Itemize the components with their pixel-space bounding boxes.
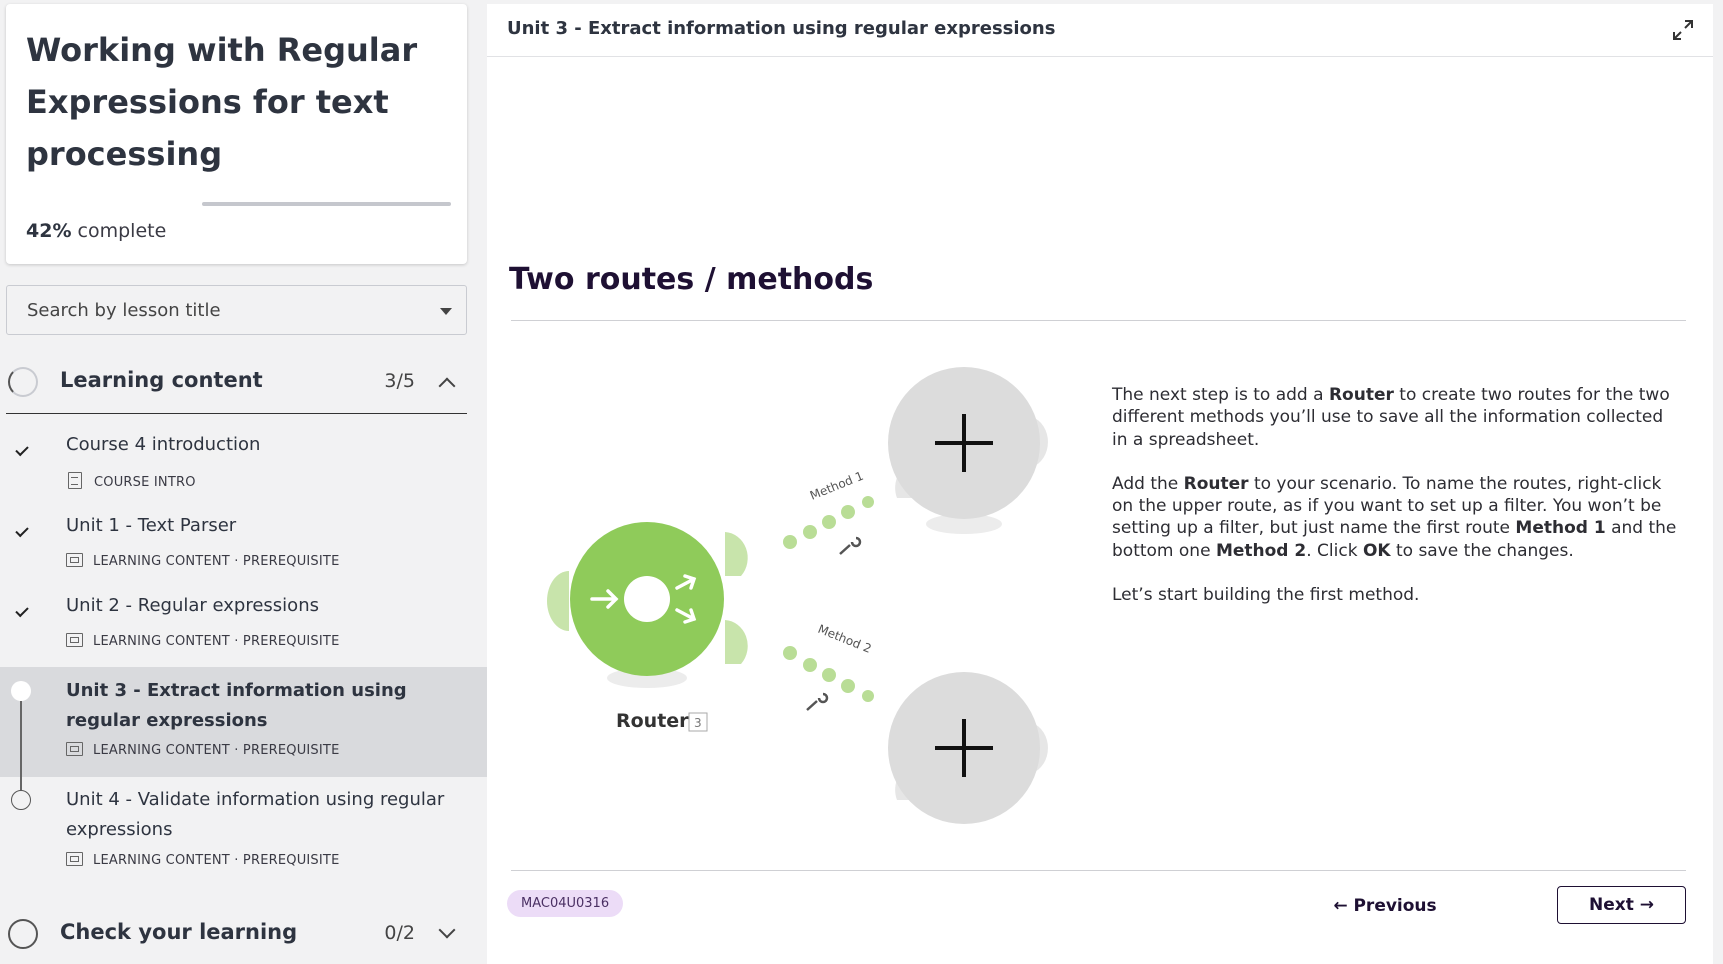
- lesson-item-unit-1[interactable]: Unit 1 - Text Parser LEARNING CONTENT · …: [0, 515, 487, 589]
- progress-fill: [32, 202, 202, 206]
- paragraph-2: Add the Router to your scenario. To name…: [1112, 473, 1677, 561]
- lesson-title: Unit 4 - Validate information using regu…: [66, 789, 445, 840]
- wrench-icon: [839, 536, 862, 555]
- route-2-dots: [783, 646, 874, 702]
- timeline-connector: [20, 701, 22, 777]
- lesson-item-unit-2[interactable]: Unit 2 - Regular expressions LEARNING CO…: [0, 595, 487, 669]
- lesson-body: The next step is to add a Router to crea…: [1112, 384, 1677, 628]
- lesson-heading: Two routes / methods: [509, 262, 874, 297]
- unit-title: Unit 3 - Extract information using regul…: [507, 18, 1056, 39]
- lesson-viewer: Unit 3 - Extract information using regul…: [487, 4, 1713, 964]
- section-label: Check your learning: [60, 920, 298, 944]
- footer-divider: [511, 870, 1686, 871]
- search-placeholder: Search by lesson title: [27, 300, 221, 321]
- expand-icon[interactable]: [1671, 18, 1695, 42]
- content-icon: [66, 633, 83, 647]
- section-label: Learning content: [60, 368, 263, 392]
- check-icon: [15, 603, 29, 618]
- course-title: Working with Regular Expressions for tex…: [26, 31, 418, 173]
- section-header-check-your-learning[interactable]: Check your learning 0/2: [6, 902, 467, 964]
- course-card: Working with Regular Expressions for tex…: [6, 4, 467, 264]
- lesson-meta-text: COURSE INTRO: [94, 475, 196, 490]
- lesson-item-course-intro[interactable]: Course 4 introduction COURSE INTRO: [0, 430, 487, 502]
- next-button[interactable]: Next →: [1557, 886, 1686, 924]
- route-2-label: Method 2: [816, 622, 874, 656]
- progress-percent: 42%: [26, 220, 72, 242]
- lesson-meta: LEARNING CONTENT · PREREQUISITE: [66, 852, 339, 868]
- lesson-search-dropdown[interactable]: Search by lesson title: [6, 285, 467, 335]
- document-icon: [68, 472, 82, 489]
- progress-ring-icon: [8, 367, 38, 397]
- lesson-title: Unit 1 - Text Parser: [66, 515, 237, 536]
- progress-label: complete: [77, 220, 167, 242]
- section-header-learning-content[interactable]: Learning content 3/5: [6, 350, 467, 414]
- lesson-meta-text: LEARNING CONTENT · PREREQUISITE: [93, 853, 340, 868]
- lesson-item-unit-3[interactable]: Unit 3 - Extract information using regul…: [0, 667, 487, 777]
- current-lesson-dot: [11, 681, 31, 701]
- lesson-title: Unit 3 - Extract information using regul…: [66, 680, 407, 731]
- router-badge: 3: [694, 716, 702, 730]
- lesson-meta: LEARNING CONTENT · PREREQUISITE: [66, 742, 339, 758]
- lesson-title: Course 4 introduction: [66, 434, 261, 455]
- section-count: 3/5: [384, 370, 415, 392]
- section-count: 0/2: [384, 922, 415, 944]
- progress-ring-icon: [8, 919, 38, 949]
- course-sidebar: Working with Regular Expressions for tex…: [0, 0, 487, 964]
- previous-button[interactable]: ← Previous: [1325, 886, 1445, 926]
- progress-track: [202, 202, 451, 206]
- router-hub: [624, 576, 670, 622]
- lesson-item-unit-4[interactable]: Unit 4 - Validate information using regu…: [0, 785, 487, 885]
- check-icon: [15, 523, 29, 538]
- caret-down-icon: [440, 308, 452, 315]
- lesson-code-badge: MAC04U0316: [507, 890, 624, 917]
- check-icon: [15, 442, 29, 457]
- progress-text: 42% complete: [26, 220, 166, 242]
- route-1-label: Method 1: [808, 469, 866, 503]
- content-icon: [66, 553, 83, 567]
- paragraph-3: Let’s start building the first method.: [1112, 585, 1420, 606]
- incomplete-lesson-dot: [11, 790, 31, 810]
- lesson-title: Unit 2 - Regular expressions: [66, 595, 319, 616]
- wrench-icon: [806, 692, 829, 711]
- lesson-meta-text: LEARNING CONTENT · PREREQUISITE: [93, 554, 340, 569]
- router-diagram: Method 1 Method 2 Router 3: [547, 367, 1067, 836]
- paragraph-1: The next step is to add a Router to crea…: [1112, 385, 1670, 450]
- router-connector: [725, 532, 748, 576]
- router-connector: [547, 571, 569, 631]
- lesson-meta-text: LEARNING CONTENT · PREREQUISITE: [93, 743, 340, 758]
- chevron-down-icon[interactable]: [438, 921, 456, 939]
- content-icon: [66, 852, 83, 866]
- router-connector: [725, 620, 748, 664]
- lesson-header: Unit 3 - Extract information using regul…: [487, 4, 1713, 57]
- lesson-meta: LEARNING CONTENT · PREREQUISITE: [66, 553, 339, 569]
- lesson-meta: COURSE INTRO: [66, 472, 196, 490]
- chevron-up-icon[interactable]: [438, 377, 456, 395]
- heading-divider: [511, 320, 1686, 321]
- router-label: Router: [616, 710, 689, 732]
- lesson-meta: LEARNING CONTENT · PREREQUISITE: [66, 633, 339, 649]
- lesson-meta-text: LEARNING CONTENT · PREREQUISITE: [93, 634, 340, 649]
- content-icon: [66, 742, 83, 756]
